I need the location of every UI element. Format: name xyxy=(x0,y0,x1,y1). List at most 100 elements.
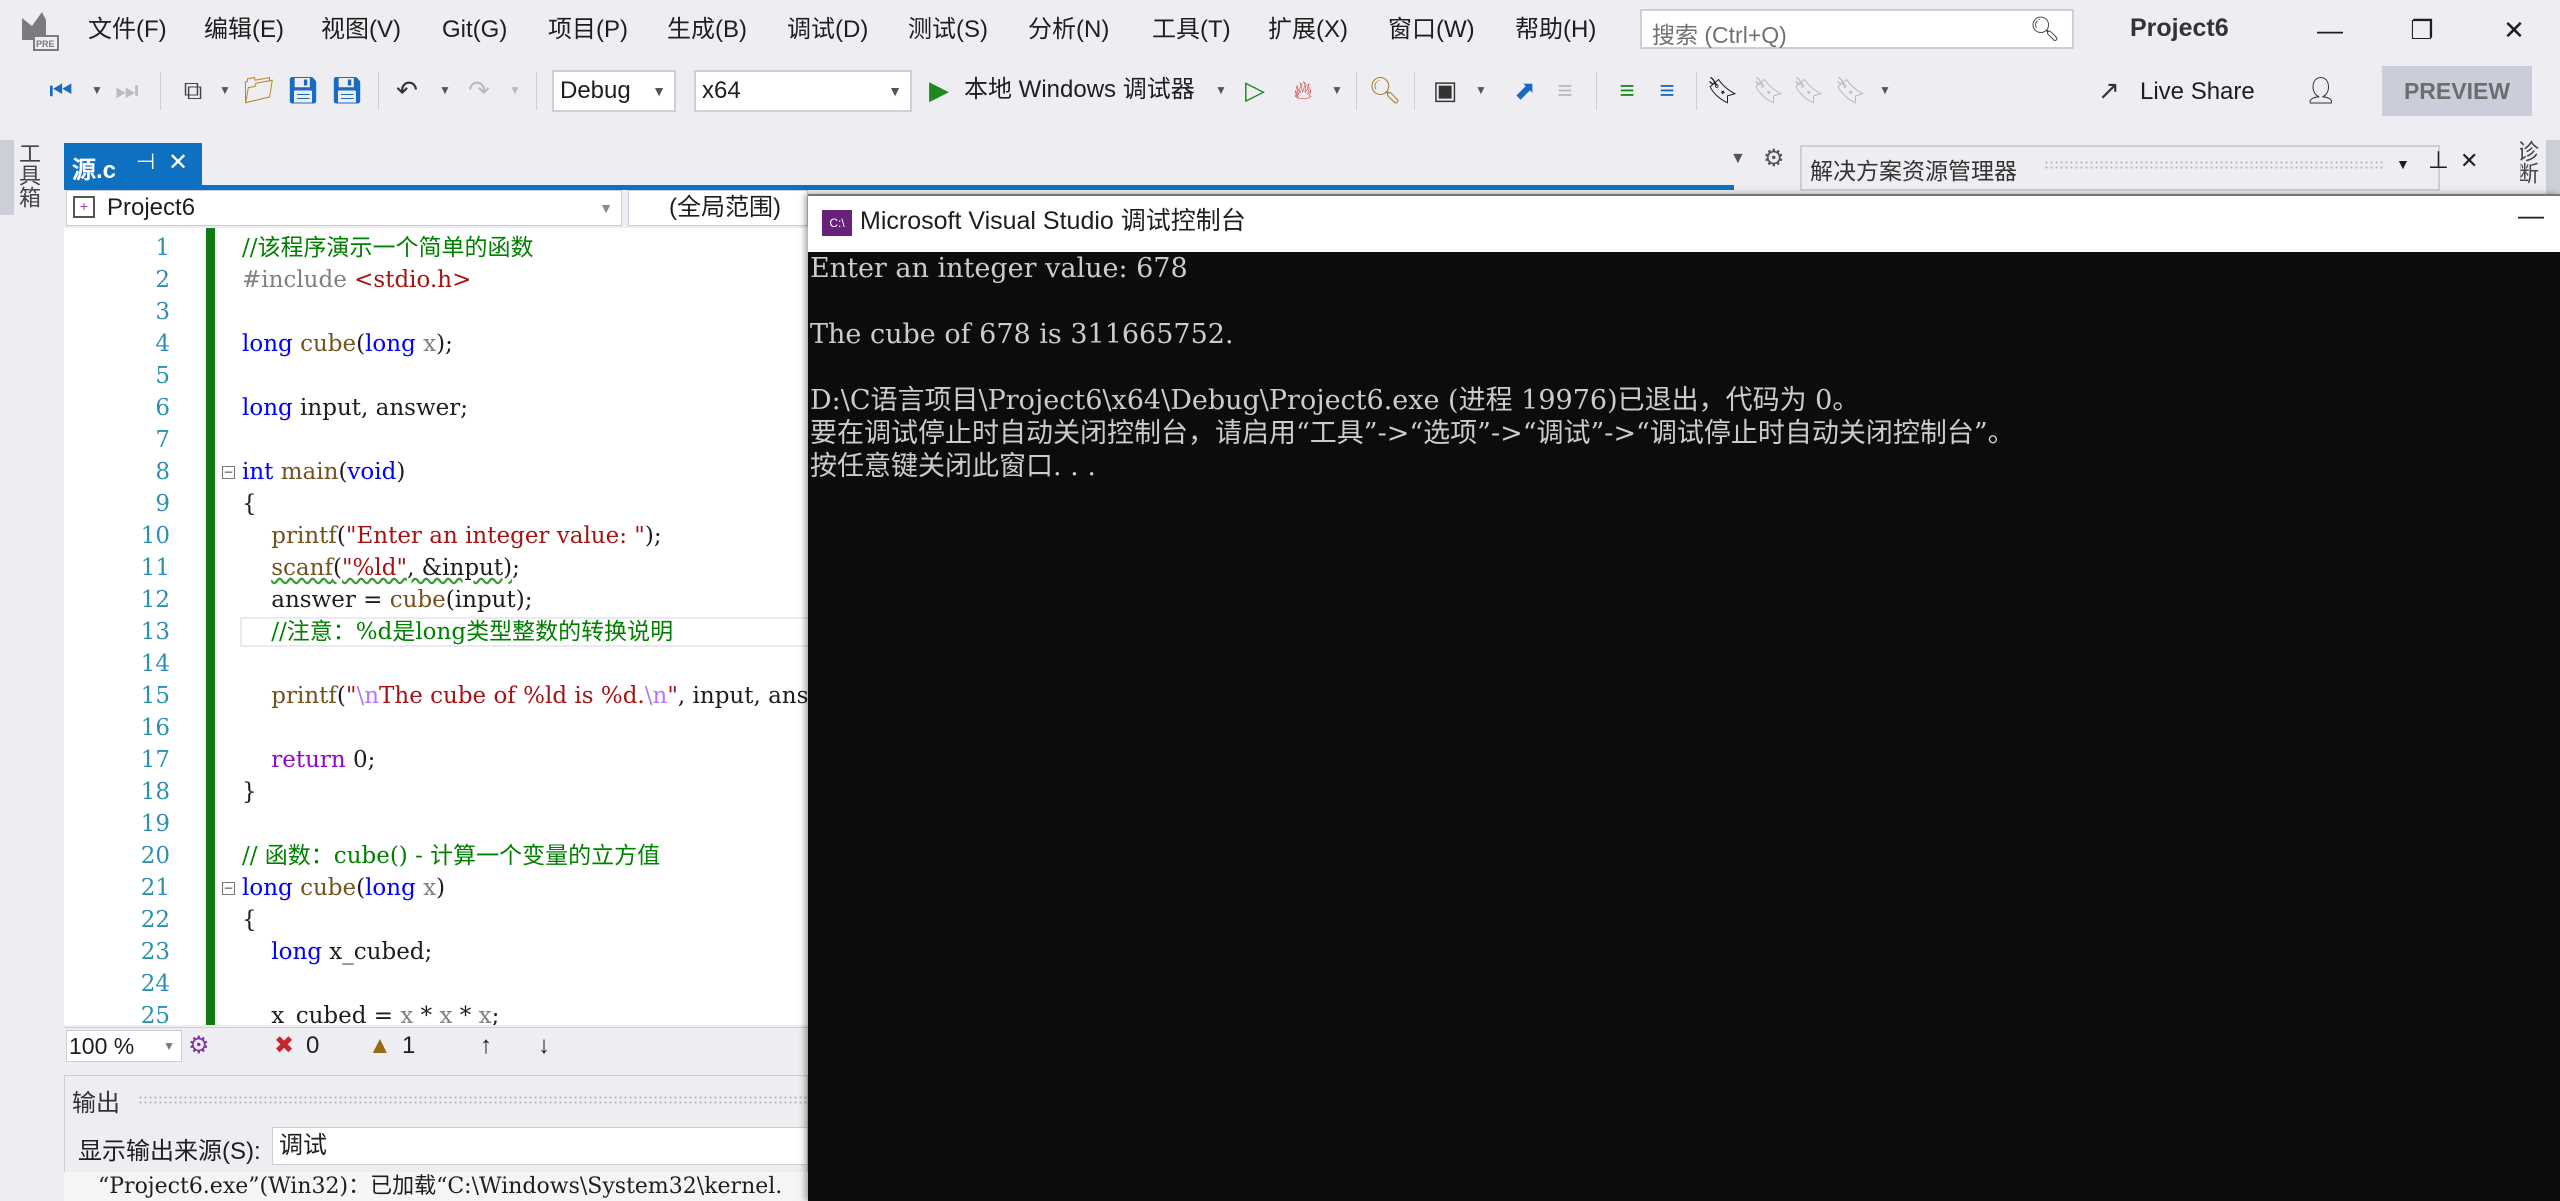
menu-debug[interactable]: 调试(D) xyxy=(787,14,868,46)
warning-count[interactable]: 1 xyxy=(402,1030,415,1062)
code-line[interactable]: 20 // 函数：cube() - 计算一个变量的立方值 xyxy=(64,840,808,872)
intellicode-icon[interactable]: ⚙ xyxy=(188,1030,210,1062)
output-text[interactable]: “Project6.exe”(Win32)：已加载“C:\Windows\Sys… xyxy=(64,1172,808,1201)
menu-tools[interactable]: 工具(T) xyxy=(1152,14,1231,46)
menu-help[interactable]: 帮助(H) xyxy=(1515,14,1596,46)
menu-test[interactable]: 测试(S) xyxy=(908,14,988,46)
diagnostic-tools-tab[interactable]: 诊断工具 xyxy=(2520,140,2542,195)
minimize-button[interactable]: — xyxy=(2300,8,2360,52)
code-line[interactable]: 1 //该程序演示一个简单的函数 xyxy=(64,232,808,264)
code-line[interactable]: 3 xyxy=(64,296,808,328)
code-line[interactable]: 21 − long cube(long x) xyxy=(64,872,808,904)
code-line[interactable]: 16 xyxy=(64,712,808,744)
code-line[interactable]: 18} xyxy=(64,776,808,808)
menu-build[interactable]: 生成(B) xyxy=(667,14,747,46)
code-line[interactable]: 15 printf("\nThe cube of %ld is %d.\n", … xyxy=(64,680,808,712)
save-icon[interactable]: 💾︎ xyxy=(286,74,320,106)
solution-platform-dropdown[interactable]: x64 ▼ xyxy=(694,70,912,112)
start-debugging-icon[interactable]: ▶ xyxy=(922,74,956,106)
open-file-icon[interactable]: 📁︎ xyxy=(242,74,276,106)
collapse-region-icon[interactable]: − xyxy=(222,466,235,479)
project-navigation-dropdown[interactable]: + Project6 ▼ xyxy=(66,190,622,226)
pin-icon[interactable]: ⊥ xyxy=(2428,146,2449,175)
clear-bookmarks-icon[interactable]: 🔖︎ xyxy=(1834,74,1868,106)
comment-lines-icon[interactable]: ≡ xyxy=(1610,74,1644,106)
start-without-debugging-icon[interactable]: ▷ xyxy=(1238,74,1272,106)
menu-edit[interactable]: 编辑(E) xyxy=(204,14,284,46)
error-count[interactable]: 0 xyxy=(306,1030,319,1062)
undo-dropdown-icon[interactable]: ▼ xyxy=(428,74,462,106)
previous-issue-arrow-icon[interactable]: ↑ xyxy=(480,1030,492,1062)
redo-dropdown-icon[interactable]: ▼ xyxy=(498,74,532,106)
tab-list-dropdown-icon[interactable]: ▼ xyxy=(1730,150,1746,168)
code-editor[interactable]: 1 //该程序演示一个简单的函数 2 #include <stdio.h> 3 4 long… xyxy=(64,228,808,1025)
code-line[interactable]: 5 xyxy=(64,360,808,392)
solution-configuration-dropdown[interactable]: Debug ▼ xyxy=(552,70,676,112)
code-line[interactable]: 17 return 0; xyxy=(64,744,808,776)
new-dropdown-icon[interactable]: ▼ xyxy=(208,74,242,106)
console-minimize-button[interactable]: — xyxy=(2518,200,2544,231)
menu-analyze[interactable]: 分析(N) xyxy=(1028,14,1109,46)
toolbox-tab[interactable]: 工具箱 xyxy=(16,142,41,208)
previous-bookmark-icon[interactable]: 🔖︎ xyxy=(1752,74,1786,106)
restore-button[interactable]: ❐ xyxy=(2392,8,2452,52)
code-line[interactable]: 19 xyxy=(64,808,808,840)
code-line[interactable]: 22 { xyxy=(64,904,808,936)
uncomment-lines-icon[interactable]: ≡ xyxy=(1650,74,1684,106)
debug-target-dropdown-icon[interactable]: ▼ xyxy=(1204,74,1238,106)
panel-drag-grip[interactable] xyxy=(138,1095,808,1105)
menu-project[interactable]: 项目(P) xyxy=(548,14,628,46)
pin-tab-icon[interactable]: ⊣ xyxy=(136,149,155,175)
gear-icon[interactable]: ⚙ xyxy=(1763,144,1785,173)
code-line[interactable]: 7 xyxy=(64,424,808,456)
window-layout-icon[interactable]: ▣ xyxy=(1428,74,1462,106)
next-issue-arrow-icon[interactable]: ↓ xyxy=(538,1030,550,1062)
next-bookmark-icon[interactable]: 🔖︎ xyxy=(1792,74,1826,106)
code-line[interactable]: 23 long x_cubed; xyxy=(64,936,808,968)
menu-extensions[interactable]: 扩展(X) xyxy=(1268,14,1348,46)
navigate-back-icon[interactable]: ⏮ xyxy=(44,74,78,106)
code-line[interactable]: 24 xyxy=(64,968,808,1000)
menu-window[interactable]: 窗口(W) xyxy=(1388,14,1475,46)
select-element-icon[interactable]: ⬈ xyxy=(1508,74,1542,106)
save-all-icon[interactable]: 💾︎ xyxy=(330,74,364,106)
code-line[interactable]: 25 x_cubed = x * x * x; xyxy=(64,1000,808,1025)
live-share-button[interactable]: Live Share xyxy=(2140,76,2255,108)
search-input[interactable]: 搜索 (Ctrl+Q) 🔍︎ xyxy=(1640,9,2074,49)
format-icon[interactable]: ≡ xyxy=(1548,74,1582,106)
error-icon[interactable]: ✖ xyxy=(274,1030,294,1062)
zoom-level-dropdown[interactable]: 100 % ▼ xyxy=(66,1030,182,1062)
menu-view[interactable]: 视图(V) xyxy=(321,14,401,46)
menu-file[interactable]: 文件(F) xyxy=(88,14,167,46)
code-line[interactable]: 14 xyxy=(64,648,808,680)
document-tab-source-c[interactable]: 源.c ⊣ ✕ xyxy=(64,143,202,185)
feedback-icon[interactable]: 👤︎ xyxy=(2304,74,2338,106)
output-source-dropdown[interactable]: 调试 xyxy=(272,1127,808,1165)
collapse-region-icon[interactable]: − xyxy=(222,882,235,895)
code-line[interactable]: 2 #include <stdio.h> xyxy=(64,264,808,296)
code-line[interactable]: 13 //注意：%d是long类型整数的转换说明 xyxy=(64,616,808,648)
close-icon[interactable]: ✕ xyxy=(2460,148,2478,174)
redo-icon[interactable]: ↷ xyxy=(462,74,496,106)
close-tab-icon[interactable]: ✕ xyxy=(168,148,188,177)
layout-dropdown-icon[interactable]: ▼ xyxy=(1464,74,1498,106)
scope-navigation-dropdown[interactable]: (全局范围) xyxy=(628,190,808,226)
code-line[interactable]: 12 answer = cube(input); xyxy=(64,584,808,616)
new-project-icon[interactable]: ⧉ xyxy=(176,74,210,106)
back-dropdown-icon[interactable]: ▼ xyxy=(80,74,114,106)
navigate-forward-icon[interactable]: ⏭ xyxy=(110,74,144,106)
code-line[interactable]: 6 long input, answer; xyxy=(64,392,808,424)
warning-icon[interactable]: ▲ xyxy=(368,1030,392,1062)
hot-reload-dropdown-icon[interactable]: ▼ xyxy=(1320,74,1354,106)
window-position-dropdown-icon[interactable]: ▼ xyxy=(2396,156,2410,172)
code-line[interactable]: 9{ xyxy=(64,488,808,520)
preview-badge[interactable]: PREVIEW xyxy=(2382,66,2532,116)
undo-icon[interactable]: ↶ xyxy=(390,74,424,106)
toolbar-overflow-icon[interactable]: ▼ xyxy=(1868,74,1902,106)
code-line[interactable]: 4 long cube(long x); xyxy=(64,328,808,360)
close-window-button[interactable]: ✕ xyxy=(2484,8,2544,52)
menu-git[interactable]: Git(G) xyxy=(442,14,507,46)
panel-drag-grip[interactable] xyxy=(2044,160,2384,170)
code-line[interactable]: 8 − int main(void) xyxy=(64,456,808,488)
hot-reload-icon[interactable]: 🔥︎ xyxy=(1286,74,1320,106)
